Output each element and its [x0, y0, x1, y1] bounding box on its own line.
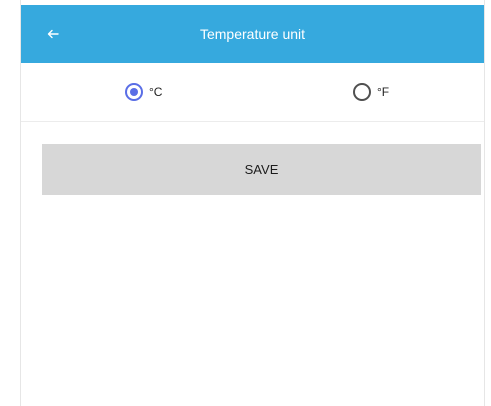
- radio-label-celsius: °C: [149, 85, 163, 99]
- radio-checked-icon[interactable]: [125, 83, 143, 101]
- page-title: Temperature unit: [199, 26, 306, 42]
- temperature-unit-screen: Temperature unit °C °F SAVE: [0, 0, 491, 406]
- radio-dot: [130, 88, 138, 96]
- arrow-left-icon: [47, 29, 59, 39]
- save-button[interactable]: SAVE: [42, 144, 481, 195]
- unit-options-group: °C °F: [21, 63, 484, 122]
- radio-option-celsius[interactable]: °C: [125, 79, 162, 105]
- frame-edge-right: [484, 0, 485, 406]
- app-bar: Temperature unit: [21, 5, 484, 63]
- back-button[interactable]: [39, 20, 67, 48]
- radio-unchecked-icon[interactable]: [353, 83, 371, 101]
- radio-option-fahrenheit[interactable]: °F: [353, 79, 389, 105]
- radio-label-fahrenheit: °F: [377, 85, 390, 99]
